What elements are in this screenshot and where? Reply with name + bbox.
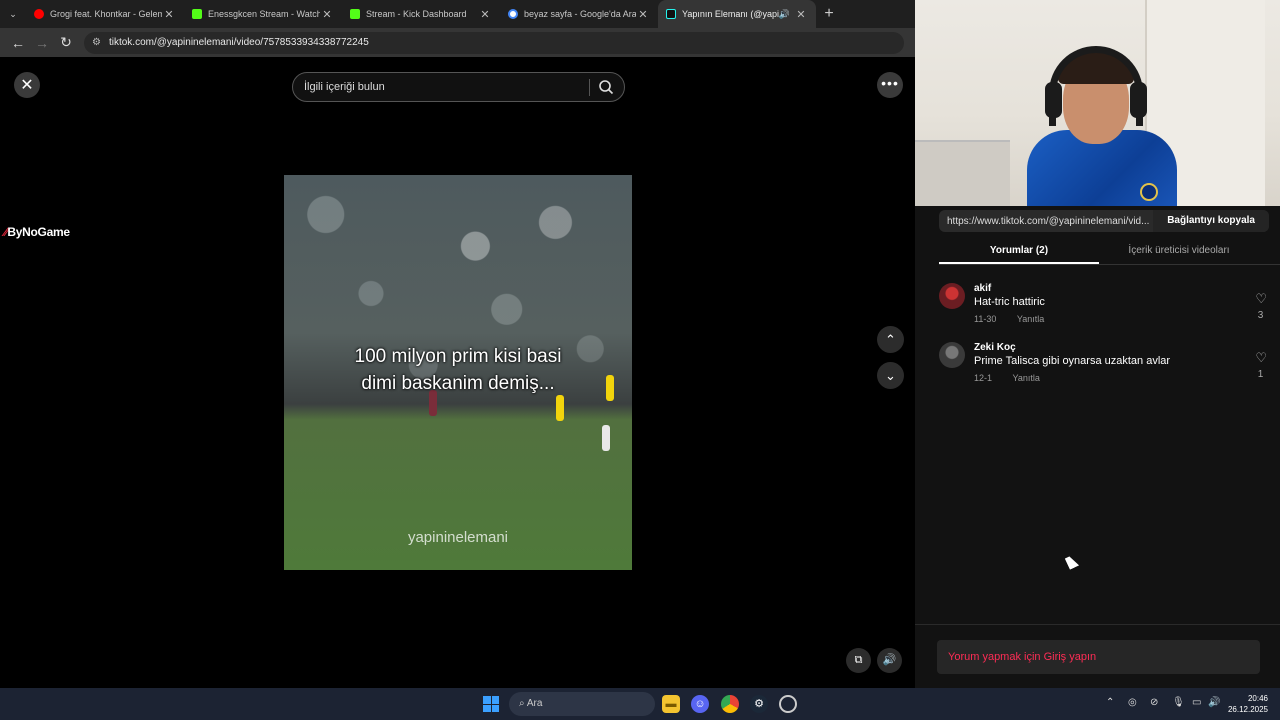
steam-icon[interactable]: ⚙ xyxy=(750,695,768,713)
discord-icon[interactable]: ☺ xyxy=(691,695,709,713)
search-input[interactable]: İlgili içeriği bulun xyxy=(292,72,625,102)
browser-toolbar: ← → ↻ ⚙ tiktok.com/@yapininelemani/video… xyxy=(0,28,915,57)
reply-button[interactable]: Yanıtla xyxy=(1013,373,1040,383)
webcam-overlay xyxy=(915,0,1280,206)
search-icon[interactable] xyxy=(598,79,614,95)
share-link-row: https://www.tiktok.com/@yapininelemani/v… xyxy=(939,210,1269,232)
taskbar-search[interactable]: ⌕ Ara xyxy=(509,692,655,716)
close-tab-icon[interactable]: ✕ xyxy=(320,8,334,21)
back-icon[interactable]: ← xyxy=(6,35,30,51)
screen: ⌄ Grogi feat. Khontkar - Gelemem ✕ Eness… xyxy=(0,0,1280,720)
video-viewer: ✕ ⁄⁄ByNoGame İlgili içeriği bulun ••• 10… xyxy=(0,57,915,688)
close-icon[interactable]: ✕ xyxy=(14,72,40,98)
app-icon[interactable] xyxy=(779,695,797,713)
player-figure xyxy=(556,395,564,421)
search-placeholder: İlgili içeriği bulun xyxy=(304,81,385,93)
video-watermark: yapininelemani xyxy=(407,529,509,546)
comment-item: akif Hat-tric hattiric 11-30 Yanıtla ♡ 3 xyxy=(939,283,1269,327)
divider xyxy=(915,624,1280,625)
tab-title: Yapının Elemanı (@yapinine xyxy=(682,9,779,19)
panel-tabs: Yorumlar (2) İçerik üreticisi videoları xyxy=(939,240,1280,265)
chevron-up-icon[interactable]: ⌃ xyxy=(1106,697,1114,708)
next-video-button[interactable]: ⌄ xyxy=(877,362,904,389)
reload-icon[interactable]: ↻ xyxy=(54,34,78,51)
headset-earcup xyxy=(1045,82,1062,118)
speaker-icon[interactable]: 🔊 xyxy=(779,9,790,20)
tiktok-icon xyxy=(666,9,676,19)
tab-comments[interactable]: Yorumlar (2) xyxy=(939,240,1099,264)
bed xyxy=(915,140,1010,206)
player-figure xyxy=(602,425,610,451)
close-tab-icon[interactable]: ✕ xyxy=(636,8,650,21)
like-count: 3 xyxy=(1257,310,1264,321)
kick-icon xyxy=(350,9,360,19)
like-count: 1 xyxy=(1257,369,1264,380)
comment-date: 12-1 xyxy=(974,373,993,383)
video-frame[interactable]: 100 milyon prim kisi basi dimi baskanim … xyxy=(284,175,632,570)
tab-title: Enessgkcen Stream - Watch Live xyxy=(208,9,320,19)
comment-meta: 11-30 Yanıtla xyxy=(974,314,1044,324)
more-options-icon[interactable]: ••• xyxy=(877,72,903,98)
comments-panel: https://www.tiktok.com/@yapininelemani/v… xyxy=(915,206,1280,688)
floating-player-icon[interactable]: ⧉ xyxy=(846,648,871,673)
previous-video-button[interactable]: ⌃ xyxy=(877,326,904,353)
tab-search-button[interactable]: ⌄ xyxy=(0,0,26,28)
forward-icon[interactable]: → xyxy=(30,35,54,51)
new-tab-button[interactable]: + xyxy=(816,5,842,23)
avatar[interactable] xyxy=(939,283,965,309)
site-settings-icon[interactable]: ⚙ xyxy=(92,37,101,48)
tab-title: Grogi feat. Khontkar - Gelemem xyxy=(50,9,162,19)
browser-tab-active[interactable]: Yapının Elemanı (@yapinine 🔊 ✕ xyxy=(658,0,816,28)
kick-icon xyxy=(192,9,202,19)
heart-icon[interactable]: ♡ xyxy=(1255,350,1267,366)
reply-button[interactable]: Yanıtla xyxy=(1017,314,1044,324)
close-tab-icon[interactable]: ✕ xyxy=(162,8,176,21)
youtube-icon xyxy=(34,9,44,19)
browser-tab[interactable]: beyaz sayfa - Google'da Ara ✕ xyxy=(500,0,658,28)
share-url[interactable]: https://www.tiktok.com/@yapininelemani/v… xyxy=(939,216,1153,227)
copy-link-button[interactable]: Bağlantıyı kopyala xyxy=(1153,210,1269,232)
bynogame-logo: ⁄⁄ByNoGame xyxy=(4,225,70,239)
browser-tab[interactable]: Stream - Kick Dashboard ✕ xyxy=(342,0,500,28)
comment-text: Prime Talisca gibi oynarsa uzaktan avlar xyxy=(974,355,1171,367)
comment-username[interactable]: akif xyxy=(974,283,991,294)
chrome-icon[interactable] xyxy=(721,695,739,713)
comment-text: Hat-tric hattiric xyxy=(974,296,1045,308)
browser-tab[interactable]: Grogi feat. Khontkar - Gelemem ✕ xyxy=(26,0,184,28)
google-icon xyxy=(508,9,518,19)
display-icon[interactable]: ▭ xyxy=(1192,697,1201,708)
video-caption: 100 milyon prim kisi basi dimi baskanim … xyxy=(354,346,562,394)
volume-icon[interactable]: 🔊 xyxy=(877,648,902,673)
taskbar-search-label: Ara xyxy=(526,698,543,709)
tray-app-icon[interactable]: ◎ xyxy=(1128,697,1137,708)
comment-meta: 12-1 Yanıtla xyxy=(974,373,1040,383)
microphone-icon[interactable]: 🎙 xyxy=(1172,697,1185,708)
file-explorer-icon[interactable]: ▬ xyxy=(662,695,680,713)
search-divider xyxy=(589,79,590,96)
comment-date: 11-30 xyxy=(974,314,997,324)
tab-creator-videos[interactable]: İçerik üreticisi videoları xyxy=(1099,240,1259,264)
network-icon[interactable]: ⊘ xyxy=(1150,697,1158,708)
avatar[interactable] xyxy=(939,342,965,368)
volume-tray-icon[interactable]: 🔊 xyxy=(1208,697,1220,708)
taskbar: ⌕ Ara ▬ ☺ ⚙ ⌃ ◎ ⊘ 🎙 ▭ 🔊 20:46 26.12.2025 xyxy=(0,688,1280,720)
browser-tabbar: ⌄ Grogi feat. Khontkar - Gelemem ✕ Eness… xyxy=(0,0,915,28)
comment-item: Zeki Koç Prime Talisca gibi oynarsa uzak… xyxy=(939,342,1269,386)
club-crest xyxy=(1140,183,1158,201)
windows-start-icon[interactable] xyxy=(483,696,499,712)
headset-icon xyxy=(1049,46,1143,126)
browser-tab[interactable]: Enessgkcen Stream - Watch Live ✕ xyxy=(184,0,342,28)
headset-earcup xyxy=(1130,82,1147,118)
tab-title: Stream - Kick Dashboard xyxy=(366,9,467,19)
heart-icon[interactable]: ♡ xyxy=(1255,291,1267,307)
tab-title: beyaz sayfa - Google'da Ara xyxy=(524,9,636,19)
close-tab-icon[interactable]: ✕ xyxy=(794,8,808,21)
login-to-comment-button[interactable]: Yorum yapmak için Giriş yapın xyxy=(937,640,1260,674)
address-url: tiktok.com/@yapininelemani/video/7578533… xyxy=(108,37,369,48)
comment-username[interactable]: Zeki Koç xyxy=(974,342,1016,353)
system-clock[interactable]: 20:46 26.12.2025 xyxy=(1226,693,1268,715)
address-bar[interactable]: ⚙ tiktok.com/@yapininelemani/video/75785… xyxy=(84,31,904,54)
close-tab-icon[interactable]: ✕ xyxy=(478,8,492,21)
